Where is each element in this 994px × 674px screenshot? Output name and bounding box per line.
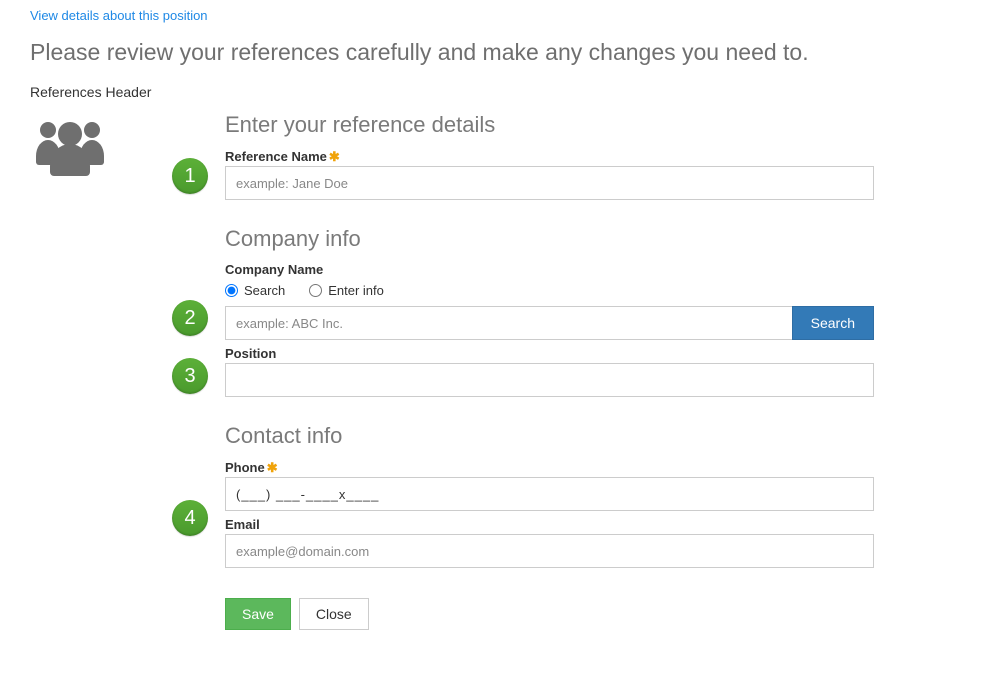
radio-search[interactable] [225, 284, 238, 297]
close-button[interactable]: Close [299, 598, 369, 630]
reference-name-input[interactable] [225, 166, 874, 200]
radio-enter-info[interactable] [309, 284, 322, 297]
search-button[interactable]: Search [792, 306, 874, 340]
radio-enter-text: Enter info [328, 283, 384, 298]
required-icon: ✱ [329, 149, 340, 164]
save-button[interactable]: Save [225, 598, 291, 630]
section-title-reference: Enter your reference details [225, 112, 874, 138]
group-icon [30, 163, 110, 180]
radio-enter-label[interactable]: Enter info [309, 283, 384, 298]
required-icon: ✱ [267, 460, 278, 475]
reference-name-label: Reference Name [225, 149, 327, 164]
radio-search-label[interactable]: Search [225, 283, 285, 298]
email-input[interactable] [225, 534, 874, 568]
view-details-link[interactable]: View details about this position [0, 0, 208, 25]
step-badge-1: 1 [172, 158, 208, 194]
page-instruction: Please review your references carefully … [0, 25, 994, 80]
position-label: Position [225, 346, 874, 361]
email-label: Email [225, 517, 874, 532]
position-input[interactable] [225, 363, 874, 397]
company-name-label: Company Name [225, 262, 874, 277]
phone-label: Phone [225, 460, 265, 475]
references-header-label: References Header [0, 80, 994, 112]
step-badge-4: 4 [172, 500, 208, 536]
radio-search-text: Search [244, 283, 285, 298]
step-badge-3: 3 [172, 358, 208, 394]
phone-input[interactable] [225, 477, 874, 511]
section-title-contact: Contact info [225, 423, 874, 449]
section-title-company: Company info [225, 226, 874, 252]
step-badge-2: 2 [172, 300, 208, 336]
company-search-input[interactable] [225, 306, 792, 340]
